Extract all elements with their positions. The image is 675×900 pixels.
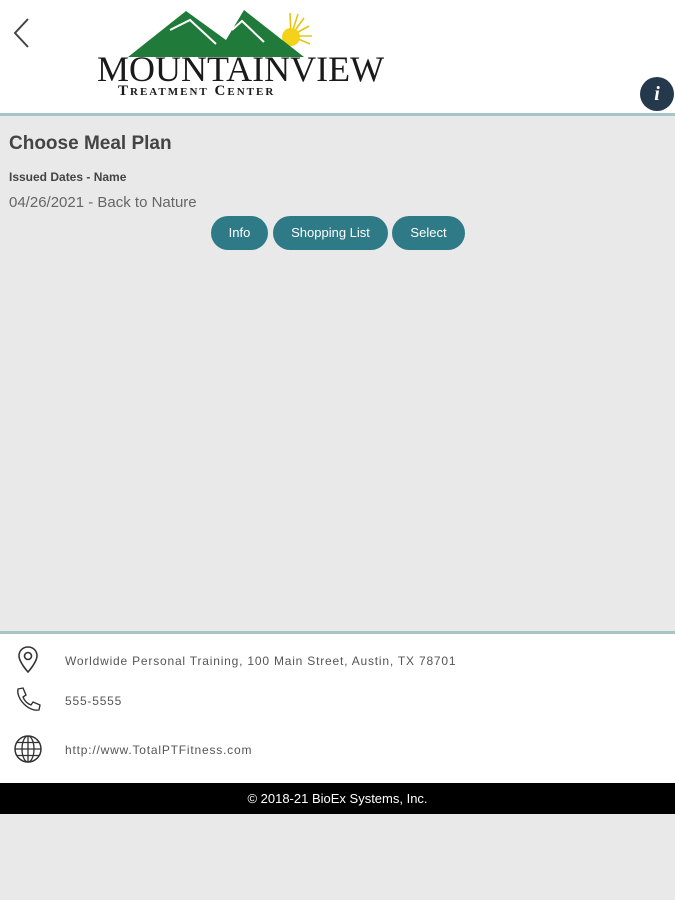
app-header: MOUNTAINVIEW TREATMENT CENTER i xyxy=(0,0,675,116)
meal-plan-panel: Choose Meal Plan Issued Dates - Name 04/… xyxy=(0,119,675,631)
copyright-bar: © 2018-21 BioEx Systems, Inc. xyxy=(0,783,675,814)
address-row: Worldwide Personal Training, 100 Main St… xyxy=(0,644,675,678)
phone-text[interactable]: 555-5555 xyxy=(65,694,122,708)
meal-plan-entry: 04/26/2021 - Back to Nature xyxy=(9,194,197,211)
mountainview-logo: MOUNTAINVIEW TREATMENT CENTER xyxy=(94,8,384,106)
map-pin-icon xyxy=(18,646,38,674)
address-text: Worldwide Personal Training, 100 Main St… xyxy=(65,654,457,668)
info-icon-button[interactable]: i xyxy=(640,77,674,111)
phone-row: 555-5555 xyxy=(0,684,675,718)
back-button[interactable] xyxy=(10,16,36,50)
shopping-list-button[interactable]: Shopping List xyxy=(273,216,388,250)
contact-footer: Worldwide Personal Training, 100 Main St… xyxy=(0,631,675,783)
info-button[interactable]: Info xyxy=(211,216,268,250)
globe-icon xyxy=(14,735,42,763)
phone-icon xyxy=(17,687,41,711)
chevron-left-icon xyxy=(13,18,29,48)
column-label: Issued Dates - Name xyxy=(9,170,127,184)
select-button[interactable]: Select xyxy=(392,216,465,250)
website-row: http://www.TotalPTFitness.com xyxy=(0,733,675,767)
website-link[interactable]: http://www.TotalPTFitness.com xyxy=(65,743,252,757)
logo-subtitle: TREATMENT CENTER xyxy=(118,83,276,99)
page-title: Choose Meal Plan xyxy=(9,133,172,154)
